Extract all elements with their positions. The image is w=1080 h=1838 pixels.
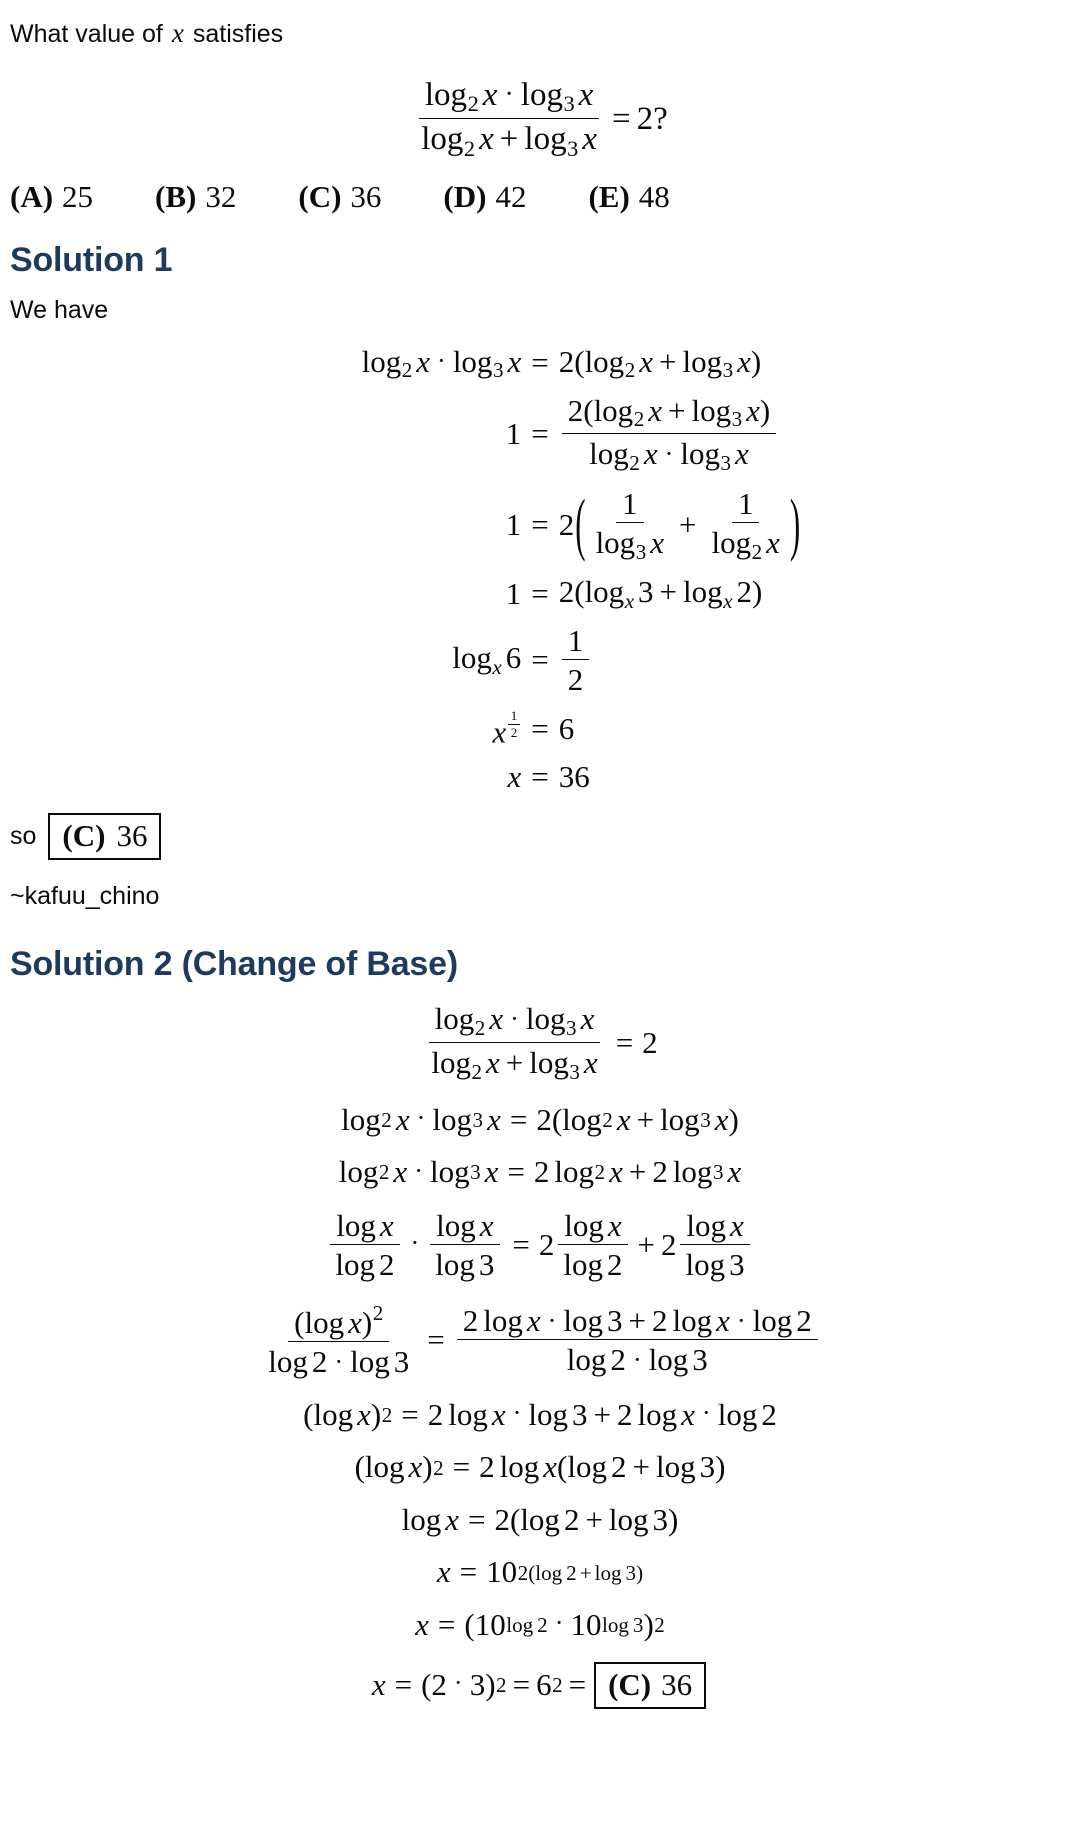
solution-2-boxed-answer: (C) 36 (594, 1661, 707, 1709)
solution-2-step-5: (log x)2 log 2 · log 3 = 2 log x · log 3 +2 log x · log… (0, 1300, 1080, 1380)
solution-2-step-4: log x log 2 · log x log 3 = 2 log x log 2 + 2 (0, 1209, 1080, 1282)
problem-equation-numerator: log2 x · log3 x (418, 77, 600, 120)
solution-2-step-11: x = (2 · 3) 2 = 62 = (C) 36 (0, 1661, 1080, 1709)
solution-1-step-5-lhs: logx 6 (452, 640, 522, 680)
solution-1-step-2-relation: = (531, 415, 549, 451)
solution-1-step-3-rhs: 2( 1 log3 x + 1 log2 x ) (558, 484, 801, 565)
problem-equation-fraction: log2 x · log3 x log2 x + log3 x (415, 77, 603, 161)
solution-1-step-2-fraction: 2(log2 x + log3 x) log2 x · log3 x (561, 393, 777, 475)
solution-1-attribution: ~kafuu_chino (10, 882, 160, 911)
solution-1-conclusion-word: so (10, 822, 37, 851)
solution-1-step-5-rhs: 1 2 (559, 624, 593, 697)
solution-2-step-4-frac-4: log x log 3 (680, 1209, 751, 1282)
solution-1-boxed-answer: (C) 36 (48, 813, 162, 861)
solution-1-step-1-rhs: 2(log2 x + log3 x) (558, 343, 762, 383)
solution-1-exponent-half: 12 (506, 708, 521, 740)
solution-2-step-5-rhs-fraction: 2 log x · log 3 +2 log x · log 2 log 2 · log 3 (456, 1304, 818, 1377)
solution-1-step-7-relation: = (531, 758, 549, 794)
answer-choice-c-value: 36 (350, 178, 382, 214)
solution-1-heading: Solution 1 (10, 240, 173, 279)
answer-choice-b-label: (B) (155, 178, 197, 214)
solution-1-step-6-rhs: 6 (558, 710, 575, 746)
solution-1-step-3-lhs: 1 (505, 507, 522, 543)
answer-choices: (A) 25 (B) 32 (C) 36 (D) 42 (E) 48 (0, 179, 1080, 215)
answer-choice-b[interactable]: (B) 32 (155, 179, 236, 215)
answer-choice-a[interactable]: (A) 25 (10, 179, 93, 215)
solution-1-step-1-lhs: log2 x · log3 x (361, 343, 522, 383)
answer-choice-e[interactable]: (E) 48 (588, 179, 669, 215)
answer-choice-b-value: 32 (205, 178, 237, 214)
solution-2-step-9: x = 10 2(log 2 + log 3) (436, 1554, 644, 1590)
solution-2-step-4-frac-3: log x log 2 (557, 1209, 628, 1282)
solution-2-step-1-fraction: log2 x · log3 x log2 x + log3 x (425, 1002, 603, 1083)
answer-choice-d[interactable]: (D) 42 (443, 179, 526, 215)
solution-1-step-2-rhs: 2(log2 x + log3 x) log2 x · log3 x (559, 393, 780, 475)
solution-2-exponent-3: log 3 (601, 1613, 644, 1638)
solution-2-equations: log2 x · log3 x log2 x + log3 x = 2 log 2 x · log 3 x … (0, 1002, 1080, 1709)
answer-choice-c[interactable]: (C) 36 (298, 179, 381, 215)
answer-choice-d-label: (D) (443, 178, 487, 214)
solution-1-step-6-relation: = (531, 710, 549, 746)
solution-1-step-5-relation: = (531, 642, 549, 678)
solution-1-boxed-label: (C) (62, 818, 106, 854)
solution-2-step-2: log 2 x · log 3 x = 2(log 2 x + log 3 x) (341, 1101, 739, 1137)
solution-2-boxed-label: (C) (608, 1666, 652, 1702)
solution-1-step-2-lhs: 1 (505, 415, 522, 451)
solution-1-equations: log2 x · log3 x = 2(log2 x + log3 x) 1 = 2(log2 x… (0, 343, 1080, 794)
solution-1-step-4-rhs: 2(logx 3 + logx 2) (558, 573, 763, 613)
problem-prompt-variable: x (171, 18, 184, 48)
solution-1-step-3-fraction-left: 1 log3 x (595, 485, 664, 565)
problem-prompt: What value of x satisfies (0, 18, 1080, 52)
solution-2-exponent-1: 2(log 2 + log 3) (517, 1560, 644, 1585)
answer-choice-e-value: 48 (638, 178, 670, 214)
solution-1-step-4-lhs: 1 (505, 575, 522, 611)
solution-2-step-6: (log x) 2 = 2 log x · log 3 +2 log x · log 2 (303, 1396, 777, 1432)
problem-prompt-prefix: What value of (10, 20, 163, 48)
answer-choice-e-label: (E) (588, 178, 630, 214)
solution-2-step-10: x = (10 log 2 · 10 log 3) 2 (415, 1606, 665, 1642)
solution-2-boxed-value: 36 (661, 1666, 693, 1702)
solution-1-step-3-relation: = (531, 507, 549, 543)
solution-1-intro: We have (10, 295, 109, 324)
answer-choice-a-value: 25 (62, 178, 94, 214)
problem-equation-relation: = (611, 100, 631, 137)
answer-choice-d-value: 42 (495, 178, 527, 214)
solution-1-step-7-rhs: 36 (558, 758, 590, 794)
solution-1-half-fraction: 1 2 (561, 624, 590, 697)
solution-1-conclusion: so (C) 36 (0, 813, 1080, 861)
problem-equation-rhs: 2? (636, 100, 668, 137)
solution-2-step-5-lhs-fraction: (log x)2 log 2 · log 3 (268, 1300, 410, 1380)
solution-1-step-7-lhs: x (507, 758, 522, 794)
solution-1-boxed-value: 36 (116, 818, 148, 854)
solution-2-step-1: log2 x · log3 x log2 x + log3 x = 2 (0, 1002, 1080, 1083)
solution-1-step-4-relation: = (531, 575, 549, 611)
answer-choice-c-label: (C) (298, 178, 342, 214)
solution-2-step-8: log x = 2(log 2 + log 3) (401, 1501, 679, 1537)
answer-choice-a-label: (A) (10, 178, 54, 214)
solution-2-heading: Solution 2 (Change of Base) (10, 945, 458, 984)
solution-2-step-4-frac-1: log x log 2 (329, 1209, 400, 1282)
solution-1-step-3-fraction-right: 1 log2 x (711, 485, 780, 565)
solution-2-step-7: (log x) 2 = 2 log x(log 2 + log 3) (354, 1449, 726, 1485)
problem-equation-denominator: log2 x + log3 x (421, 121, 597, 161)
solution-1-step-1-relation: = (531, 345, 549, 381)
solution-2-step-3: log 2 x · log 3 x = 2 log 2 x +2 log 3 x (338, 1154, 742, 1190)
solution-2-exponent-2: log 2 (506, 1613, 548, 1638)
problem-prompt-suffix: satisfies (192, 20, 284, 48)
article-page: What value of x satisfies log2 x · log3 x lo… (0, 0, 1080, 1709)
problem-equation: log2 x · log3 x log2 x + log3 x = 2? (0, 77, 1080, 161)
solution-1-step-6-lhs: x12 (492, 708, 521, 749)
solution-2-step-4-frac-2: log x log 3 (429, 1209, 500, 1282)
